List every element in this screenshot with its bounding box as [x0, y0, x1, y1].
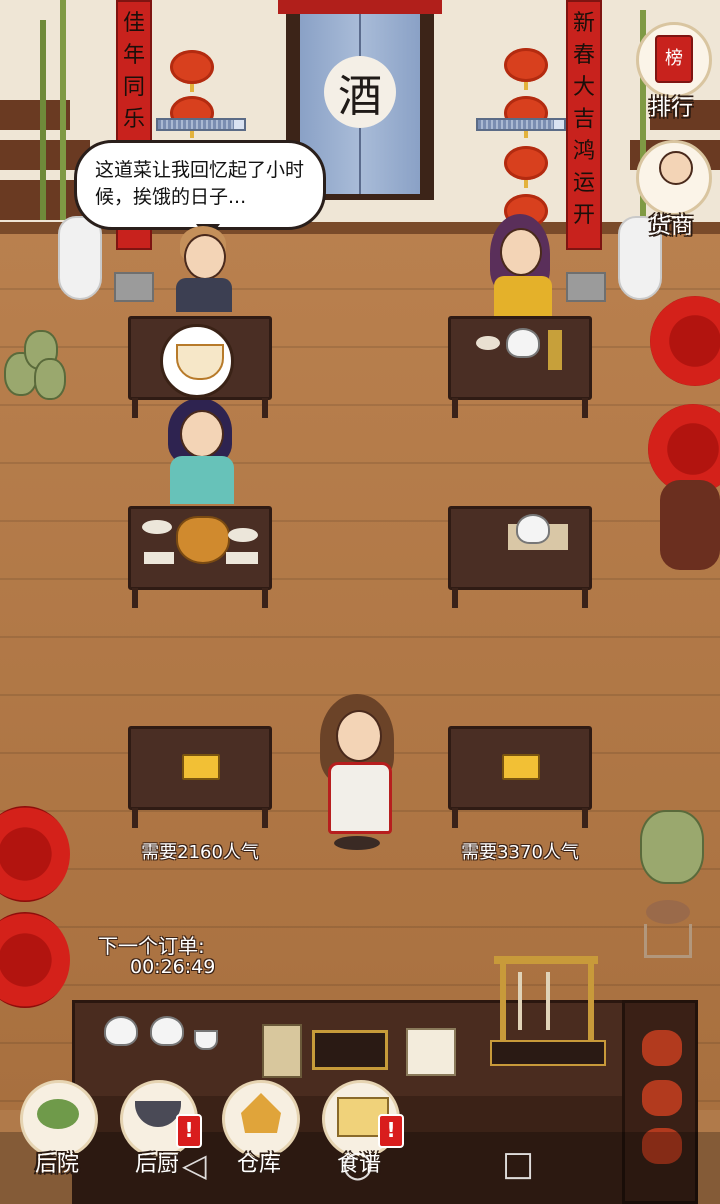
table-leg — [452, 398, 458, 418]
unlock-requirement: 需要3370人气 — [461, 842, 579, 863]
jar — [34, 358, 66, 400]
brush-icon — [518, 972, 522, 1030]
abacus-icon[interactable] — [312, 1030, 388, 1070]
player-shadow — [334, 836, 380, 850]
teapot-icon — [150, 1016, 184, 1046]
brush-icon — [546, 972, 550, 1030]
customer-1-body — [176, 278, 232, 312]
table-leg — [262, 588, 268, 608]
patience-bar-right — [476, 118, 566, 131]
recipes-alert-badge: ! — [378, 1114, 404, 1148]
potted-plant — [640, 810, 704, 884]
player-character[interactable] — [336, 710, 382, 762]
backyard-label[interactable]: 后院 — [12, 1146, 102, 1178]
ledger-book-icon[interactable] — [262, 1024, 302, 1078]
customer-1[interactable] — [184, 234, 226, 280]
ranking-button[interactable]: 榜 — [636, 22, 712, 98]
plant-pot — [646, 900, 690, 924]
brush-rack-post — [500, 964, 506, 1044]
warehouse-label[interactable]: 仓库 — [214, 1146, 304, 1178]
bamboo-left — [60, 0, 66, 220]
chopsticks-holder-icon — [548, 330, 562, 370]
door-lintel — [278, 0, 442, 14]
table-leg — [582, 808, 588, 828]
plant-stand — [644, 924, 692, 958]
pedestal-left — [114, 272, 154, 302]
system-home-button[interactable]: ○ — [342, 1144, 373, 1185]
table-leg — [262, 398, 268, 418]
scroll-icon[interactable] — [406, 1028, 456, 1076]
next-order-countdown: 00:26:49 — [130, 956, 216, 978]
patience-fill — [158, 120, 234, 129]
system-back-button[interactable]: ◁ — [182, 1146, 207, 1184]
locked-plaque-icon — [182, 754, 220, 780]
table-leg — [132, 588, 138, 608]
teapot-icon — [516, 514, 550, 544]
system-recent-apps-button[interactable]: □ — [502, 1144, 534, 1184]
locked-plaque-icon — [502, 754, 540, 780]
ranking-icon: 榜 — [655, 35, 693, 83]
pedestal-right — [566, 272, 606, 302]
plate-icon — [226, 552, 258, 564]
table-leg — [452, 808, 458, 828]
patience-fill — [478, 120, 554, 129]
unlock-requirement: 需要2160人气 — [141, 842, 259, 863]
customer-speech-bubble: 这道菜让我回忆起了小时候，挨饿的日子... — [74, 140, 326, 230]
plate-icon — [144, 552, 174, 564]
teapot-icon — [506, 328, 540, 358]
next-order-label: 下一个订单: — [98, 934, 205, 958]
player-robe — [328, 762, 392, 834]
lantern — [504, 48, 548, 90]
plate-icon — [228, 528, 258, 542]
brush-rack-post — [588, 964, 594, 1044]
hotpot-icon — [176, 516, 230, 564]
customer-3-body — [170, 456, 234, 504]
wood-floor — [0, 230, 720, 1110]
bamboo-left — [40, 20, 46, 220]
cup-icon — [194, 1030, 218, 1050]
customer-3[interactable] — [180, 410, 224, 458]
table-leg — [262, 808, 268, 828]
couplet-right: 新春大吉鸿运开 — [566, 0, 602, 250]
merchant-button[interactable] — [636, 140, 712, 216]
merchant-avatar-icon — [659, 151, 693, 185]
kitchen-alert-badge: ! — [176, 1114, 202, 1148]
granary-icon — [241, 1093, 281, 1133]
plate-icon — [476, 336, 500, 350]
wine-jar — [642, 1080, 682, 1116]
table-leg — [452, 588, 458, 608]
lantern — [504, 146, 548, 188]
table-leg — [582, 398, 588, 418]
table-leg — [132, 808, 138, 828]
wine-jar — [660, 480, 720, 570]
table-leg — [582, 588, 588, 608]
wine-jar — [642, 1030, 682, 1066]
customer-2[interactable] — [500, 228, 542, 276]
customer-2-body — [494, 276, 552, 316]
brush-rack-base — [490, 1040, 606, 1066]
wine-sign: 酒 — [324, 56, 396, 128]
merchant-label[interactable]: 货商 — [626, 208, 716, 240]
tree-icon — [37, 1099, 79, 1129]
wok-icon — [135, 1101, 181, 1127]
lantern — [170, 50, 214, 92]
plate-icon — [142, 520, 172, 534]
ranking-label[interactable]: 排行 — [626, 90, 716, 122]
table-leg — [132, 398, 138, 418]
patience-bar-left — [156, 118, 246, 131]
brush-rack-icon — [494, 956, 598, 964]
teapot-icon — [104, 1016, 138, 1046]
vase-left — [58, 216, 102, 300]
